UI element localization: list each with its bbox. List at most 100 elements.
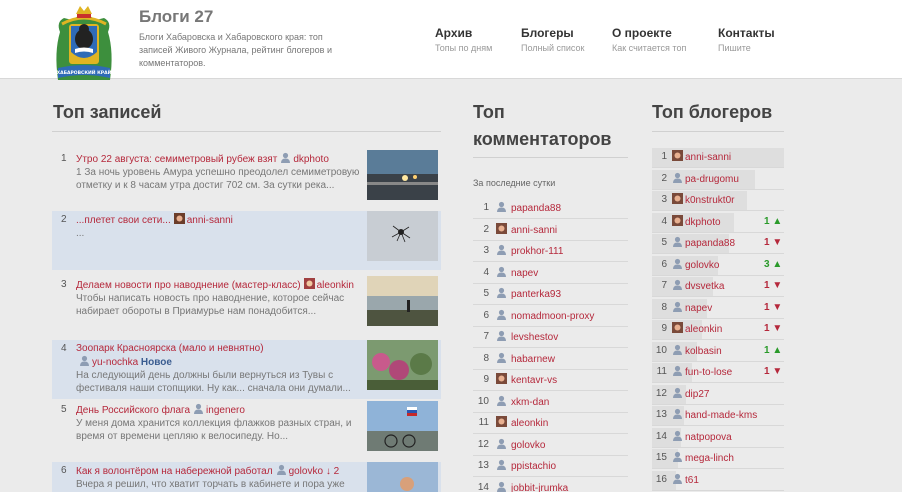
top-bloggers-heading: Топ блогеров	[652, 102, 773, 122]
nav-contacts[interactable]: Контакты Пишите	[718, 26, 775, 53]
blogger-link[interactable]: mega-linch	[685, 453, 734, 464]
post-title[interactable]: Как я волонтёром на набережной работал	[76, 466, 273, 477]
post-excerpt: У меня дома хранится коллекция флажков р…	[76, 418, 352, 442]
post-excerpt: ...	[76, 228, 85, 239]
post-thumbnail[interactable]	[367, 276, 438, 326]
commenter-link[interactable]: levshestov	[511, 332, 558, 343]
post-thumbnail[interactable]	[367, 150, 438, 200]
commenter-link[interactable]: golovko	[511, 440, 545, 451]
blogger-link[interactable]: t61	[685, 475, 699, 486]
post-rank: 4	[61, 343, 67, 354]
post-author[interactable]: aleonkin	[317, 280, 354, 291]
user-icon	[673, 301, 682, 312]
commenter-link[interactable]: prokhor-111	[511, 246, 563, 257]
blogger-link[interactable]: napev	[685, 303, 712, 314]
arrow-down-icon: ▼	[772, 366, 783, 377]
blogger-rank-change: 1 ▼	[764, 366, 783, 377]
blogger-link[interactable]: papanda88	[685, 238, 735, 249]
blogger-link[interactable]: anni-sanni	[685, 152, 731, 163]
top-posts-heading: Топ записей	[53, 102, 162, 122]
nav-bloggers[interactable]: Блогеры Полный список	[521, 26, 584, 53]
commenter-row: 9 kentavr-vs	[473, 370, 628, 391]
arrow-down-icon: ▼	[772, 280, 783, 291]
blogger-row: 10 kolbasin 1 ▲	[652, 341, 784, 362]
commenter-link[interactable]: xkm-dan	[511, 397, 549, 408]
nav-bloggers-label: Блогеры	[521, 26, 574, 40]
khabarovsk-coat-of-arms-logo[interactable]: ХАБАРОВСКИЙ КРАЙ	[52, 2, 116, 90]
nav-about[interactable]: О проекте Как считается топ	[612, 26, 686, 53]
post-excerpt: 1 За ночь уровень Амура успешно преодоле…	[76, 167, 360, 191]
post-author[interactable]: dkphoto	[293, 154, 329, 165]
commenter-row: 11 aleonkin	[473, 413, 628, 434]
commenter-link[interactable]: papanda88	[511, 203, 561, 214]
blogger-rank: 12	[655, 387, 667, 399]
commenter-row: 4 napev	[473, 263, 628, 284]
commenter-link[interactable]: habarnew	[511, 354, 555, 365]
user-icon	[673, 258, 682, 269]
user-icon	[497, 481, 506, 492]
post-title[interactable]: ...плетет свои сети...	[76, 215, 171, 226]
blogger-link[interactable]: natpopova	[685, 432, 732, 443]
user-icon	[673, 365, 682, 376]
blogger-rank: 10	[655, 344, 667, 356]
post-thumbnail[interactable]	[367, 340, 438, 390]
blogger-link[interactable]: dkphoto	[685, 217, 721, 228]
commenter-link[interactable]: nomadmoon-proxy	[511, 311, 594, 322]
blogger-row: 12 dip27	[652, 384, 784, 405]
user-avatar-icon	[496, 373, 507, 384]
blogger-rank: 8	[661, 301, 667, 313]
post-thumbnail[interactable]	[367, 462, 438, 492]
post-title[interactable]: Утро 22 августа: семиметровый рубеж взят	[76, 154, 277, 165]
post-author[interactable]: ingenero	[206, 405, 245, 416]
nav-archive[interactable]: Архив Топы по дням	[435, 26, 492, 53]
blogger-link[interactable]: kolbasin	[685, 346, 722, 357]
post-title[interactable]: Делаем новости про наводнение (мастер-кл…	[76, 280, 301, 291]
blogger-link[interactable]: hand-made-kms	[685, 410, 757, 421]
commenter-rank: 4	[483, 266, 489, 278]
blogger-link[interactable]: k0nstrukt0r	[685, 195, 734, 206]
commenter-row: 13 ppistachio	[473, 456, 628, 477]
commenter-link[interactable]: ppistachio	[511, 461, 556, 472]
user-icon	[497, 201, 506, 212]
blogger-rank-change: 1 ▼	[764, 323, 783, 334]
blogger-link[interactable]: golovko	[685, 260, 719, 271]
commenter-rank: 13	[477, 460, 489, 471]
commenter-rank: 3	[483, 245, 489, 256]
blogger-rank: 9	[661, 323, 667, 334]
post-author[interactable]: golovko	[289, 466, 323, 477]
post-item: 4 Зоопарк Красноярска (мало и невнятно) …	[52, 340, 441, 399]
commenter-link[interactable]: kentavr-vs	[511, 375, 557, 386]
post-author[interactable]: yu-nochka	[92, 357, 138, 368]
commenter-rank: 11	[478, 417, 489, 428]
user-avatar-icon	[672, 322, 683, 333]
post-title[interactable]: Зоопарк Красноярска (мало и невнятно)	[76, 343, 264, 354]
blogger-link[interactable]: pa-drugomu	[685, 174, 739, 185]
blogger-link[interactable]: dvsvetka	[685, 281, 724, 292]
blogger-link[interactable]: aleonkin	[685, 324, 722, 335]
commenter-link[interactable]: panterka93	[511, 289, 561, 300]
divider	[52, 131, 441, 132]
blogger-row: 4 dkphoto 1 ▲	[652, 212, 784, 233]
post-item: 1 Утро 22 августа: семиметровый рубеж вз…	[52, 150, 441, 209]
rank-change: ↓ 2	[325, 466, 340, 477]
post-thumbnail[interactable]	[367, 211, 438, 261]
site-header: ХАБАРОВСКИЙ КРАЙ Блоги 27 Блоги Хабаровс…	[0, 0, 902, 80]
blogger-link[interactable]: fun-to-lose	[685, 367, 732, 378]
nav-about-label: О проекте	[612, 26, 672, 40]
post-title[interactable]: День Российского флага	[76, 405, 190, 416]
commenter-link[interactable]: jobbit-jrumka	[511, 483, 568, 492]
user-icon	[673, 451, 682, 462]
site-title[interactable]: Блоги 27	[139, 7, 213, 27]
commenter-link[interactable]: napev	[511, 268, 538, 279]
post-thumbnail[interactable]	[367, 401, 438, 451]
commenter-link[interactable]: aleonkin	[511, 418, 548, 429]
commenter-link[interactable]: anni-sanni	[511, 225, 557, 236]
user-icon	[276, 464, 286, 475]
top-commenters-heading: Топ комментаторов	[473, 102, 612, 149]
post-author[interactable]: anni-sanni	[187, 215, 233, 226]
post-rank: 1	[61, 153, 67, 164]
commenter-rank: 10	[477, 395, 489, 407]
user-icon	[497, 395, 506, 406]
blogger-link[interactable]: dip27	[685, 389, 709, 400]
site-description: Блоги Хабаровска и Хабаровского края: то…	[139, 32, 332, 68]
